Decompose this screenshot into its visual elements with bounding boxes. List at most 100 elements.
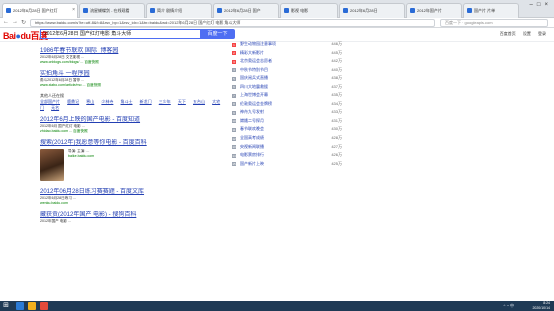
folder-app-icon[interactable] (28, 302, 36, 310)
settings-link[interactable]: 设置 (523, 31, 531, 36)
ranking-title[interactable]: 野生动物园注意事项 (240, 40, 318, 49)
tab-favicon-icon (343, 8, 348, 13)
url-input[interactable]: https://www.baidu.com/s?ie=utf-8&f=8&rsv… (30, 19, 435, 27)
result-item: 1986年春节联欢 国际_博客园 2012年6月28日 文艺影视 ... www… (40, 47, 230, 65)
minimize-icon[interactable]: – (530, 2, 537, 8)
related-link[interactable]: 鹿鼎记 (67, 99, 79, 104)
ranking-row[interactable]: 13 央视新闻联播 427万 (232, 143, 342, 152)
window-controls[interactable]: –□× (530, 2, 552, 8)
browser-tab[interactable]: 2012年6月28日 国产红灯 × (2, 3, 78, 18)
rank-number: 9 (232, 110, 236, 115)
ranking-row[interactable]: 11 春节联欢晚会 430万 (232, 125, 342, 134)
rank-number: 14 (232, 153, 236, 158)
windows-start-icon[interactable]: ⊞ (2, 302, 10, 310)
related-link[interactable]: 无名 (51, 105, 59, 110)
ranking-count: 426万 (331, 152, 342, 158)
result-title[interactable]: 实拍角斗 一程序园 (40, 70, 230, 78)
related-link[interactable]: 全部国产片 (40, 99, 60, 104)
ranking-count: 428万 (331, 135, 342, 141)
ranking-title[interactable]: 中秋节特别节目 (240, 66, 318, 75)
ranking-row[interactable]: 3 北京奥运会志愿者 442万 (232, 57, 342, 66)
result-item: 搜索(2012年)我愿意等你电影 - 百度百科 导演: 主演: ... baik… (40, 139, 230, 183)
result-title[interactable]: 藏获贡(2012年国产 电影) - 搜狗百科 (40, 211, 230, 219)
login-link[interactable]: 登录 (538, 31, 546, 36)
browser-tab[interactable]: 2012年6月28日 (339, 3, 405, 18)
ranking-title[interactable]: 神舟九号发射 (240, 108, 318, 117)
related-link[interactable]: 角斗士 (121, 99, 133, 104)
browser-tab[interactable]: 2012年国产片 (406, 3, 462, 18)
browser-app-icon[interactable] (40, 302, 48, 310)
browser-search-input[interactable]: 百度一下 · googleapis.com (440, 19, 548, 27)
clock[interactable]: 8:24 2020/10/14 (532, 301, 550, 311)
ranking-count: 425万 (331, 160, 342, 166)
ranking-row[interactable]: 8 伦敦奥运会金牌榜 434万 (232, 100, 342, 109)
ranking-count: 437万 (331, 83, 342, 89)
ranking-row[interactable]: 2 精彩大新影片 445万 (232, 49, 342, 58)
back-icon[interactable]: ← (3, 19, 9, 25)
related-link[interactable]: 少林寺 (101, 99, 113, 104)
ranking-row[interactable]: 15 国产新片上映 425万 (232, 160, 342, 169)
related-link[interactable]: 新龙门 (140, 99, 152, 104)
related-link[interactable]: 三少年 (159, 99, 171, 104)
ranking-title[interactable]: 电影票房排行 (240, 151, 318, 160)
home-link[interactable]: 百度首页 (500, 31, 516, 36)
result-url[interactable]: www.xiabo.com/article/mo ... 百度快照 (40, 83, 230, 88)
ranking-title[interactable]: 伦敦奥运会金牌榜 (240, 100, 318, 109)
rank-number: 10 (232, 119, 236, 124)
close-window-icon[interactable]: × (544, 2, 552, 8)
ranking-row[interactable]: 6 四川大地震救援 437万 (232, 83, 342, 92)
result-url[interactable]: wenku.baidu.com (40, 201, 230, 206)
result-title[interactable]: 1986年春节联欢 国际_博客园 (40, 47, 230, 55)
browser-tab[interactable]: 影视 电影 (280, 3, 338, 18)
related-link[interactable]: 五台山 (193, 99, 205, 104)
ranking-title[interactable]: 四川大地震救援 (240, 83, 318, 92)
browser-tab[interactable]: 流星蝴蝶剑 - 在线观看 (79, 3, 145, 18)
result-url[interactable]: zhidao.baidu.com ... 百度快照 (40, 129, 230, 134)
system-tray[interactable]: ^ ◔ 中 (503, 303, 514, 309)
browser-tab[interactable]: 简介 剧情介绍 (146, 3, 212, 18)
tab-favicon-icon (467, 8, 472, 13)
movie-poster[interactable] (40, 149, 64, 181)
ranking-title[interactable]: 上海世博会开幕 (240, 91, 318, 100)
related-link[interactable]: 天下 (178, 99, 186, 104)
ranking-row[interactable]: 10 嫦娥二号探月 431万 (232, 117, 342, 126)
ranking-title[interactable]: 央视新闻联播 (240, 143, 318, 152)
ranking-title[interactable]: 嫦娥二号探月 (240, 117, 318, 126)
ranking-row[interactable]: 7 上海世博会开幕 435万 (232, 91, 342, 100)
ranking-row[interactable]: 12 全国高考成绩 428万 (232, 134, 342, 143)
ranking-title[interactable]: 春节联欢晚会 (240, 125, 318, 134)
ranking-row[interactable]: 14 电影票房排行 426万 (232, 151, 342, 160)
ranking-row[interactable]: 1 野生动物园注意事项 446万 (232, 40, 342, 49)
ranking-title[interactable]: 全国高考成绩 (240, 134, 318, 143)
result-url[interactable]: www.cnblogs.com/blogs/ ... 百度快照 (40, 60, 230, 65)
result-item: 2012年06月28日练习赛赛题 - 百度文库 2012年6月28日练习 ...… (40, 188, 230, 206)
browser-tab[interactable]: 2012年6月28日 国产 (213, 3, 279, 18)
related-link[interactable]: 寒山 (86, 99, 94, 104)
ranking-count: 440万 (331, 66, 342, 72)
search-input[interactable]: 2012年6月28日 国产红灯电影 角斗大师 (40, 29, 200, 39)
movie-card: 导演: 主演: ... baike.baidu.com (40, 149, 230, 183)
tab-close-icon[interactable]: × (72, 4, 75, 17)
forward-icon[interactable]: → (12, 19, 18, 25)
result-title[interactable]: 2012年6月上映的国产电影 - 百度知道 (40, 116, 230, 124)
tab-favicon-icon (284, 8, 289, 13)
rank-number: 11 (232, 127, 236, 132)
edge-app-icon[interactable] (16, 302, 24, 310)
ranking-title[interactable]: 国产新片上映 (240, 160, 318, 169)
ranking-row[interactable]: 9 神舟九号发射 433万 (232, 108, 342, 117)
ranking-title[interactable]: 北京奥运会志愿者 (240, 57, 318, 66)
search-button[interactable]: 百度一下 (200, 29, 235, 39)
header-links: 百度首页 设置 登录 (494, 31, 546, 37)
ranking-title[interactable]: 国庆阅兵式直播 (240, 74, 318, 83)
ranking-count: 438万 (331, 75, 342, 81)
result-title[interactable]: 2012年06月28日练习赛赛题 - 百度文库 (40, 188, 230, 196)
result-item: 实拍角斗 一程序园 角斗2012年6月28日 暂停 ... www.xiabo.… (40, 70, 230, 88)
browser-tab[interactable]: 国产片 片单 (463, 3, 519, 18)
refresh-icon[interactable]: ↻ (21, 19, 26, 26)
ranking-row[interactable]: 4 中秋节特别节目 440万 (232, 66, 342, 75)
result-title[interactable]: 搜索(2012年)我愿意等你电影 - 百度百科 (40, 139, 230, 147)
ranking-row[interactable]: 5 国庆阅兵式直播 438万 (232, 74, 342, 83)
ranking-count: 431万 (331, 117, 342, 123)
result-url[interactable]: baike.baidu.com (68, 154, 228, 159)
ranking-title[interactable]: 精彩大新影片 (240, 49, 318, 58)
